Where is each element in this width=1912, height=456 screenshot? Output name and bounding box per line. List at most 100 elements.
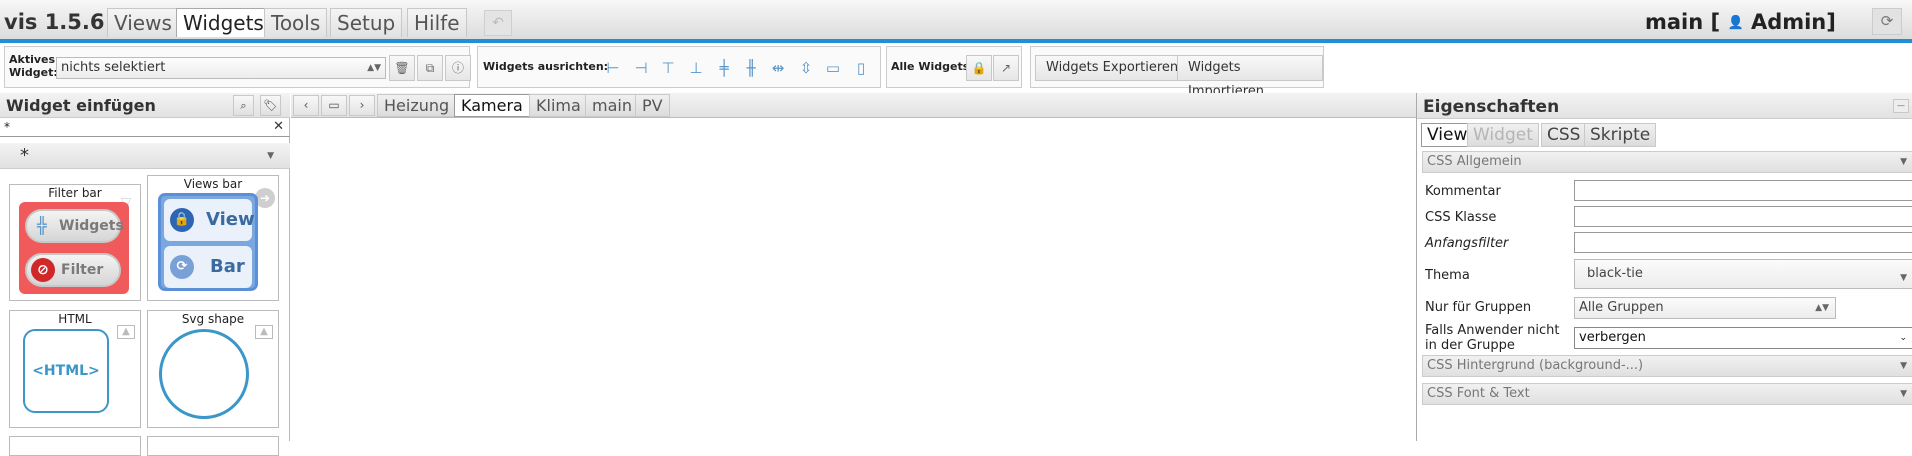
- distribute-h-icon[interactable]: ⇹: [769, 59, 787, 77]
- view-tab-kamera[interactable]: Kamera: [454, 94, 530, 117]
- info-icon: ⓘ: [451, 61, 464, 75]
- open-all-button[interactable]: ↗: [993, 55, 1019, 81]
- image-icon: ▲: [117, 325, 135, 339]
- not-in-group-select[interactable]: verbergen ⌄: [1574, 327, 1912, 349]
- properties-tab-view[interactable]: View: [1421, 123, 1474, 147]
- all-widgets-group: Alle Widgets: 🔒 ↗: [886, 46, 1022, 88]
- widget-filter-input[interactable]: * ✕: [0, 119, 290, 137]
- not-in-group-label-2: in der Gruppe: [1425, 338, 1515, 353]
- user-info: main [ 👤 Admin]: [1645, 10, 1836, 34]
- comment-input[interactable]: [1574, 180, 1912, 201]
- not-in-group-label-1: Falls Anwender nicht: [1425, 323, 1560, 338]
- user-prefix: main [: [1645, 10, 1721, 34]
- init-filter-input[interactable]: [1574, 232, 1912, 253]
- app-title: vis 1.5.6: [4, 10, 105, 34]
- view-tab-pv[interactable]: PV: [635, 94, 670, 117]
- widget-palette-header: Widget einfügen ⌕ 🏷: [0, 93, 290, 118]
- properties-panel: Eigenschaften — View Widget CSS Skripte …: [1416, 93, 1912, 441]
- prev-view-button[interactable]: ‹: [293, 95, 319, 116]
- chevron-down-icon: ▼: [1900, 361, 1907, 371]
- properties-tab-css[interactable]: CSS: [1541, 123, 1587, 147]
- views-bar-preview: 🔒 View ⟳ Bar: [158, 193, 258, 291]
- preview-pill-widgets: ╬ Widgets: [25, 209, 124, 243]
- properties-tab-widget[interactable]: Widget: [1467, 123, 1539, 147]
- widget-card-partial[interactable]: [9, 436, 141, 456]
- menu-tab-setup[interactable]: Setup: [330, 8, 403, 37]
- widget-card-svg-shape[interactable]: Svg shape ▲: [147, 310, 279, 428]
- preview-pill-label: Filter: [61, 262, 104, 278]
- arrow-right-circle-icon: ➜: [255, 188, 275, 208]
- undo-button[interactable]: ↶: [484, 10, 512, 36]
- menu-bar: vis 1.5.6 Views Widgets Tools Setup Hilf…: [0, 0, 1912, 43]
- align-left-icon[interactable]: ⊢: [604, 59, 622, 77]
- comment-label: Kommentar: [1425, 184, 1501, 199]
- lock-icon: 🔒: [170, 208, 194, 232]
- widget-card-html[interactable]: HTML ▲ <HTML>: [9, 310, 141, 428]
- view-canvas[interactable]: [291, 119, 1416, 441]
- section-css-background[interactable]: CSS Hintergrund (background-...) ▼: [1422, 355, 1912, 377]
- menu-tab-widgets[interactable]: Widgets: [176, 8, 271, 37]
- widget-palette-title: Widget einfügen: [6, 96, 156, 115]
- menu-tab-views[interactable]: Views: [107, 8, 179, 37]
- menu-tab-tools[interactable]: Tools: [264, 8, 328, 37]
- properties-tab-skripte[interactable]: Skripte: [1584, 123, 1657, 147]
- distribute-v-icon[interactable]: ⇳: [797, 59, 815, 77]
- info-widget-button[interactable]: ⓘ: [445, 55, 471, 81]
- view-tab-heizung[interactable]: Heizung: [377, 94, 457, 117]
- section-css-font[interactable]: CSS Font & Text ▼: [1422, 383, 1912, 405]
- section-css-general[interactable]: CSS Allgemein ▼: [1422, 151, 1912, 173]
- menu-tab-hilfe[interactable]: Hilfe: [407, 8, 467, 37]
- init-filter-label: Anfangsfilter: [1425, 236, 1509, 251]
- filter-bar-preview: ╬ Widgets ⊘ Filter: [19, 202, 129, 294]
- widget-card-filter-bar[interactable]: Filter bar ▽ ╬ Widgets ⊘ Filter: [9, 184, 141, 301]
- view-list-button[interactable]: ▭: [321, 95, 347, 116]
- circle-preview: [159, 329, 249, 419]
- minimize-icon: —: [1897, 101, 1905, 110]
- undo-icon: ↶: [492, 15, 504, 31]
- delete-widget-button[interactable]: 🗑: [389, 55, 415, 81]
- refresh-icon: ⟳: [170, 255, 194, 279]
- align-top-icon[interactable]: ⊤: [659, 59, 677, 77]
- align-bottom-icon[interactable]: ⊥: [687, 59, 705, 77]
- close-icon[interactable]: ✕: [273, 119, 284, 135]
- align-right-icon[interactable]: ⊣: [632, 59, 650, 77]
- section-label: CSS Allgemein: [1427, 154, 1522, 169]
- copy-widget-button[interactable]: ⧉: [417, 55, 443, 81]
- same-height-icon[interactable]: ▯: [852, 59, 870, 77]
- refresh-button[interactable]: ⟳: [1872, 8, 1902, 35]
- same-width-icon[interactable]: ▭: [824, 59, 842, 77]
- prohibited-icon: ⊘: [31, 258, 55, 282]
- align-center-v-icon[interactable]: ╫: [742, 59, 760, 77]
- preview-pill-bar: ⟳ Bar: [164, 246, 252, 288]
- search-icon: ⌕: [240, 99, 247, 112]
- active-widget-select[interactable]: nichts selektiert ▲▼: [56, 57, 386, 79]
- widget-name: Svg shape: [181, 312, 245, 326]
- view-tabs-bar: ‹ ▭ › Heizung Kamera Klima main PV: [291, 93, 1416, 118]
- active-widget-label-1: Aktives: [9, 53, 56, 66]
- preview-pill-label: Widgets: [59, 218, 124, 234]
- clipboard-icon: ▭: [328, 98, 340, 112]
- search-button[interactable]: ⌕: [233, 95, 254, 116]
- tag-button[interactable]: 🏷: [260, 95, 281, 116]
- view-tab-klima[interactable]: Klima: [529, 94, 588, 117]
- view-tab-main[interactable]: main: [585, 94, 639, 117]
- widget-set-select[interactable]: * ▼: [0, 143, 290, 169]
- preview-pill-label: View: [206, 209, 255, 230]
- groups-select[interactable]: Alle Gruppen ▲▼: [1574, 297, 1836, 319]
- theme-select[interactable]: black-tie ▼: [1574, 259, 1912, 289]
- minimize-button[interactable]: —: [1893, 99, 1909, 113]
- properties-title: Eigenschaften: [1423, 97, 1560, 117]
- lock-all-button[interactable]: 🔒: [966, 55, 992, 81]
- export-widgets-button[interactable]: Widgets Exportieren: [1035, 55, 1190, 81]
- widget-card-partial[interactable]: [147, 436, 279, 456]
- align-center-h-icon[interactable]: ╪: [715, 59, 733, 77]
- updown-icon: ▲▼: [367, 63, 381, 73]
- user-name: Admin]: [1750, 10, 1836, 34]
- widget-card-views-bar[interactable]: Views bar ➜ 🔒 View ⟳ Bar: [147, 175, 279, 301]
- preview-pill-filter: ⊘ Filter: [25, 253, 121, 287]
- import-widgets-button[interactable]: Widgets Importieren: [1177, 55, 1323, 99]
- active-widget-label-2: Widget:: [9, 66, 58, 79]
- css-class-input[interactable]: [1574, 206, 1912, 227]
- next-view-button[interactable]: ›: [349, 95, 375, 116]
- chevron-down-icon: ▼: [1900, 273, 1907, 283]
